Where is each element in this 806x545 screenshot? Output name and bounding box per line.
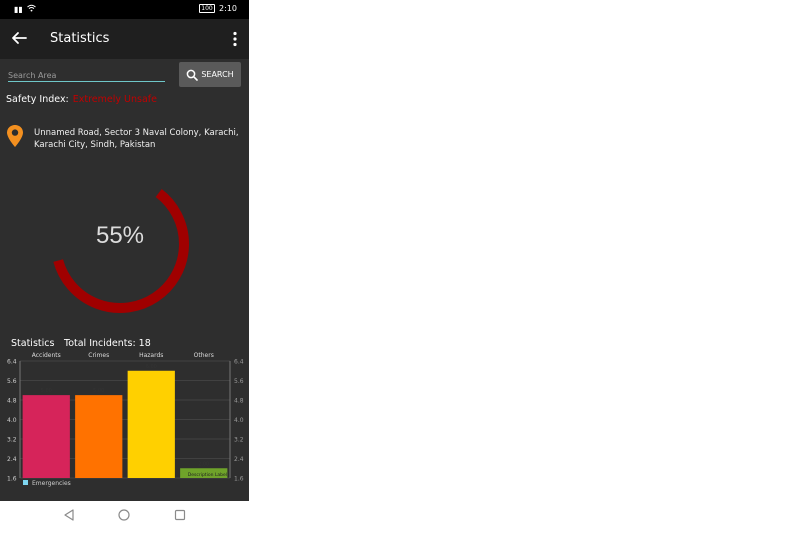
safety-index-value: Extremely Unsafe — [72, 94, 157, 105]
search-input[interactable] — [8, 67, 158, 84]
legend-swatch — [23, 480, 28, 485]
y-tick-label: 5.6 — [7, 378, 17, 385]
y-tick-label-right: 4.8 — [234, 398, 244, 405]
value-label: 5.00 — [41, 388, 52, 394]
nav-back-icon[interactable] — [63, 509, 75, 521]
status-time: 2:10 — [219, 4, 237, 13]
location-address: Unnamed Road, Sector 3 Naval Colony, Kar… — [34, 128, 239, 150]
nav-home-icon[interactable] — [118, 509, 130, 521]
back-arrow-icon[interactable] — [10, 29, 28, 47]
search-field — [8, 63, 165, 84]
page-title: Statistics — [50, 31, 110, 46]
y-tick-label: 4.8 — [7, 398, 17, 405]
category-label: Accidents — [32, 352, 61, 359]
total-incidents: Total Incidents: 18 — [64, 338, 151, 349]
bar-accidents — [22, 395, 70, 478]
category-label: Hazards — [139, 352, 163, 359]
signal-icon: ▮▮ — [14, 4, 23, 14]
y-tick-label: 6.4 — [7, 359, 17, 366]
legend-label: Emergencies — [32, 480, 71, 487]
description-label: Description Label — [188, 472, 227, 478]
bar-hazards — [127, 370, 175, 478]
statistics-heading: Statistics — [11, 338, 55, 349]
status-bar: ▮▮ 100 2:10 — [0, 0, 249, 19]
gauge-arc — [53, 189, 189, 313]
y-tick-label: 2.4 — [7, 456, 17, 463]
y-tick-label-right: 6.4 — [234, 359, 244, 366]
value-label: 6.00 — [146, 364, 157, 370]
wifi-icon — [26, 4, 36, 14]
gauge-percent: 55% — [95, 222, 145, 249]
search-icon — [186, 69, 199, 81]
phone-screen: ▮▮ 100 2:10 Statistics SEARCH Safety Ind… — [0, 0, 249, 545]
category-label: Crimes — [88, 352, 109, 359]
search-button[interactable]: SEARCH — [179, 62, 241, 87]
search-button-label: SEARCH — [201, 70, 234, 79]
category-label: Others — [194, 352, 214, 359]
more-vert-icon[interactable] — [231, 31, 239, 47]
location-pin-icon — [7, 125, 23, 147]
y-tick-label-right: 5.6 — [234, 378, 244, 385]
battery-icon: 100 — [199, 4, 216, 13]
y-tick-label-right: 4.0 — [234, 417, 244, 424]
y-tick-label-right: 3.2 — [234, 437, 244, 444]
y-tick-label: 1.6 — [7, 476, 17, 483]
y-tick-label-right: 1.6 — [234, 476, 244, 483]
bar-crimes — [75, 395, 123, 478]
incidents-bar-chart: 6.4 6.4 5.6 5.6 4.8 4.8 4.0 4.0 3.2 3.2 2.4 2.4 1.6 1… — [7, 352, 244, 487]
system-nav-bar — [0, 501, 249, 545]
nav-recents-icon[interactable] — [174, 509, 186, 521]
value-label: 5.00 — [93, 388, 104, 394]
app-bar: Statistics — [0, 19, 249, 59]
safety-index-label: Safety Index: — [6, 94, 69, 105]
safety-index: Safety Index: Extremely Unsafe — [6, 94, 157, 105]
value-label: 2.00 — [198, 461, 209, 467]
y-tick-label: 4.0 — [7, 417, 17, 424]
y-tick-label: 3.2 — [7, 437, 17, 444]
y-tick-label-right: 2.4 — [234, 456, 244, 463]
